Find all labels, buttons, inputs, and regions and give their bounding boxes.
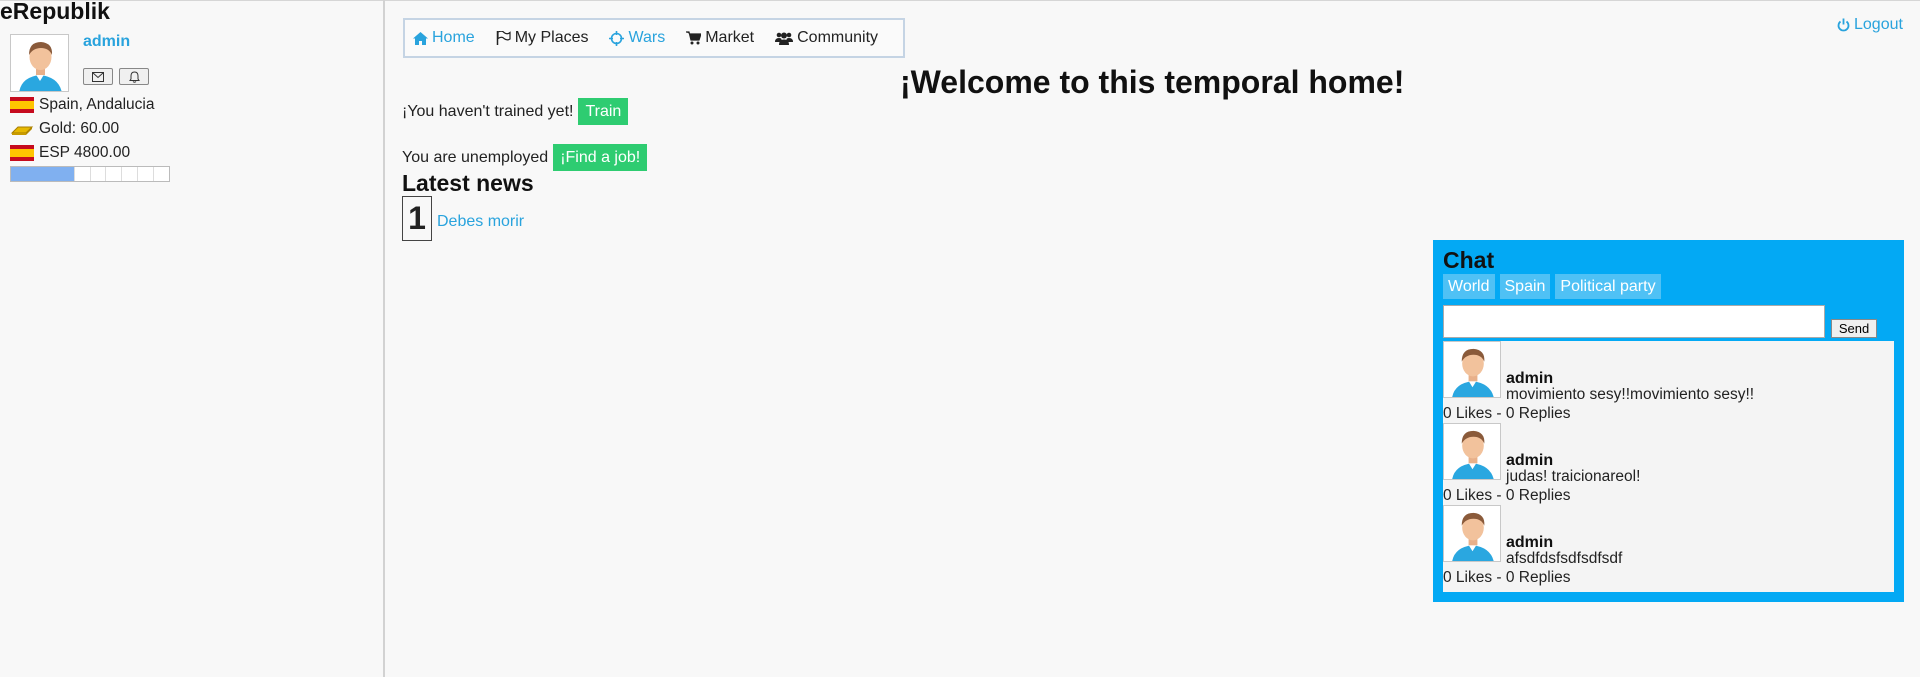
user-avatar-icon [11, 35, 68, 91]
chat-tab-world[interactable]: World [1443, 274, 1495, 299]
gold-row: Gold: 60.00 [10, 120, 119, 138]
currency-row: ESP 4800.00 [10, 144, 130, 162]
gold-text: Gold: 60.00 [39, 120, 120, 137]
user-avatar-icon [1444, 506, 1500, 561]
chat-message-input[interactable] [1443, 305, 1825, 338]
nav-market[interactable]: Market [686, 29, 754, 47]
nav-my-places[interactable]: My Places [496, 29, 589, 47]
spain-flag-icon [10, 145, 34, 161]
welcome-heading: ¡Welcome to this temporal home! [900, 64, 1405, 100]
nav-home-label: Home [432, 29, 475, 46]
chat-avatar[interactable] [1443, 505, 1501, 562]
chat-message: admin afsdfdsfsdfsdfsdf 0 Likes - 0 Repl… [1443, 505, 1894, 587]
chat-title: Chat [1443, 247, 1495, 273]
chat-message-meta[interactable]: 0 Likes - 0 Replies [1443, 569, 1571, 587]
chat-tabs: World Spain Political party [1443, 274, 1894, 299]
messages-button[interactable] [83, 68, 113, 85]
user-avatar-icon [1444, 424, 1500, 479]
home-icon [413, 31, 428, 45]
crosshairs-icon [609, 30, 625, 46]
latest-news-heading: Latest news [402, 170, 534, 196]
nav-wars-label: Wars [628, 29, 666, 46]
find-job-button[interactable]: ¡Find a job! [553, 144, 648, 171]
nav-community[interactable]: Community [775, 29, 878, 47]
spain-flag-icon [10, 97, 34, 113]
chat-message-text: afsdfdsfsdfsdfsdf [1506, 550, 1623, 567]
location-row: Spain, Andalucia [10, 96, 154, 114]
training-text: ¡You haven't trained yet! [402, 102, 574, 120]
location-text: Spain, Andalucia [39, 96, 155, 113]
main-navbar: Home My Places Wars Market Community [403, 18, 905, 58]
flag-icon [496, 31, 511, 45]
chat-message-text: movimiento sesy!!movimiento sesy!! [1506, 386, 1755, 403]
train-button[interactable]: Train [578, 98, 629, 125]
notifications-button[interactable] [119, 68, 149, 85]
user-avatar-icon [1444, 342, 1500, 397]
logout-link[interactable]: Logout [1837, 16, 1903, 34]
gold-bar-icon [10, 126, 34, 135]
chat-tab-spain[interactable]: Spain [1499, 274, 1551, 299]
power-icon [1837, 18, 1850, 32]
chat-panel: Chat World Spain Political party Send ad… [1433, 240, 1904, 602]
bell-icon [128, 70, 140, 83]
chat-input-row: Send [1443, 305, 1894, 338]
chat-message-list[interactable]: admin movimiento sesy!!movimiento sesy!!… [1443, 341, 1894, 592]
job-row: You are unemployed ¡Find a job! [402, 144, 648, 171]
nav-wars[interactable]: Wars [609, 29, 665, 47]
nav-home[interactable]: Home [413, 29, 475, 47]
job-text: You are unemployed [402, 148, 549, 166]
chat-message-meta[interactable]: 0 Likes - 0 Replies [1443, 405, 1571, 423]
avatar[interactable] [10, 34, 69, 92]
chat-message: admin movimiento sesy!!movimiento sesy!!… [1443, 341, 1894, 423]
logout-label: Logout [1854, 16, 1903, 33]
chat-message: admin judas! traicionareol! 0 Likes - 0 … [1443, 423, 1894, 505]
users-icon [775, 32, 794, 45]
shopping-cart-icon [686, 31, 702, 45]
username-link[interactable]: admin [83, 33, 130, 51]
chat-message-meta[interactable]: 0 Likes - 0 Replies [1443, 487, 1571, 505]
chat-message-text: judas! traicionareol! [1506, 468, 1641, 485]
chat-send-button[interactable]: Send [1831, 319, 1877, 338]
experience-progress-bar [10, 166, 170, 182]
nav-my-places-label: My Places [514, 29, 589, 46]
progress-fill [11, 167, 75, 181]
nav-market-label: Market [705, 29, 755, 46]
news-item-link[interactable]: Debes morir [437, 213, 524, 231]
training-row: ¡You haven't trained yet! Train [402, 98, 629, 125]
sidebar: eRepublik admin Spain, Andalucia Gold: 6… [0, 0, 385, 677]
chat-avatar[interactable] [1443, 423, 1501, 480]
envelope-icon [92, 71, 104, 82]
chat-avatar[interactable] [1443, 341, 1501, 398]
currency-text: ESP 4800.00 [39, 144, 131, 161]
chat-tab-political-party[interactable]: Political party [1555, 274, 1661, 299]
news-rank-number: 1 [402, 196, 432, 241]
brand-title: eRepublik [0, 0, 110, 24]
nav-community-label: Community [797, 29, 879, 46]
